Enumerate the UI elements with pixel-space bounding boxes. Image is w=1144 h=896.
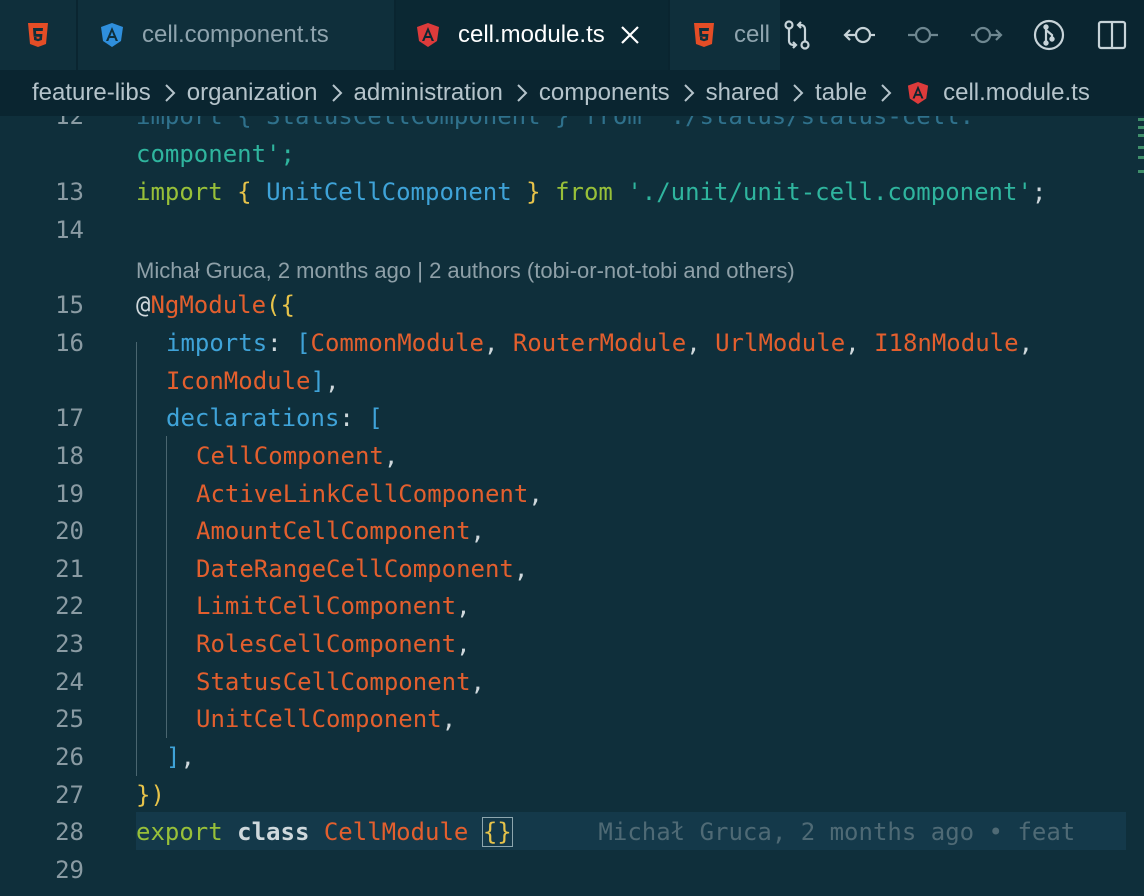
minimap[interactable]: [1136, 116, 1144, 186]
tab-label: cell: [734, 21, 771, 48]
go-back-icon[interactable]: [843, 18, 877, 52]
tab-label: cell.module.ts: [458, 21, 605, 48]
string: './unit/unit-cell.component': [627, 178, 1032, 206]
line-number: 28: [55, 818, 84, 846]
line-number: 12: [55, 116, 84, 130]
decorator-name: NgModule: [150, 291, 267, 319]
tab-cell-module-ts[interactable]: cell.module.ts: [396, 0, 668, 70]
tab-bar: cell.component.ts cell.module.ts cell: [0, 0, 1144, 70]
code-line: LimitCellComponent,: [196, 592, 471, 620]
keyword: from: [555, 178, 613, 206]
chevron-right-icon: [159, 82, 181, 104]
line-number: 22: [55, 592, 84, 620]
code-line: @NgModule({: [136, 291, 295, 319]
code-line: DateRangeCellComponent,: [196, 555, 529, 583]
code-line: import { StatusCellComponent } from './s…: [136, 116, 975, 130]
code-line: RolesCellComponent,: [196, 630, 471, 658]
line-number: 26: [55, 743, 84, 771]
identifier: UnitCellComponent: [266, 178, 512, 206]
line-number: 29: [55, 856, 84, 884]
code-line: ],: [166, 743, 195, 771]
code-line: declarations: [: [166, 404, 383, 432]
close-icon[interactable]: [619, 24, 641, 46]
keyword: import: [136, 178, 223, 206]
tab-html-file[interactable]: [0, 0, 76, 70]
line-number: 23: [55, 630, 84, 658]
chevron-right-icon: [326, 82, 348, 104]
split-editor-icon[interactable]: [1095, 18, 1129, 52]
breadcrumb-item[interactable]: feature-libs: [32, 79, 151, 107]
line-number: 24: [55, 668, 84, 696]
code-line: imports: [CommonModule, RouterModule, Ur…: [166, 329, 1034, 357]
line-number: 18: [55, 442, 84, 470]
line-number: 25: [55, 705, 84, 733]
line-number: 13: [55, 178, 84, 206]
line-number: 17: [55, 404, 84, 432]
chevron-right-icon: [678, 82, 700, 104]
angular-component-icon: [100, 22, 124, 48]
code-line: import { UnitCellComponent } from './uni…: [136, 178, 1047, 206]
breadcrumb-item[interactable]: administration: [354, 79, 503, 107]
keyword: export: [136, 818, 223, 846]
code-line: AmountCellComponent,: [196, 517, 485, 545]
code-editor[interactable]: 12 13 14 15 16 17 18 19 20 21 22 23 24 2…: [0, 116, 1144, 896]
code-line: StatusCellComponent,: [196, 668, 485, 696]
line-number: 21: [55, 555, 84, 583]
keyword: class: [237, 818, 310, 846]
html5-icon: [26, 22, 50, 48]
angular-icon: [416, 22, 440, 48]
code-lens-authors[interactable]: Michał Gruca, 2 months ago | 2 authors (…: [136, 258, 795, 284]
commit-icon[interactable]: [906, 18, 940, 52]
chevron-right-icon: [875, 82, 897, 104]
code-line: UnitCellComponent,: [196, 705, 457, 733]
inline-blame: Michał Gruca, 2 months ago • feat: [598, 818, 1076, 846]
code-line: component';: [136, 140, 295, 168]
line-number: 20: [55, 517, 84, 545]
class-name: CellModule: [323, 818, 469, 846]
code-line: }): [136, 781, 165, 809]
breadcrumb: feature-libs organization administration…: [0, 70, 1144, 116]
code-line: export class CellModule {} Michał Gruca,…: [136, 817, 1076, 847]
breadcrumb-item[interactable]: organization: [187, 79, 318, 107]
compare-changes-icon[interactable]: [780, 18, 814, 52]
line-number: 27: [55, 781, 84, 809]
chevron-right-icon: [511, 82, 533, 104]
code-line: IconModule],: [166, 367, 340, 395]
editor-actions: [780, 0, 1144, 70]
chevron-right-icon: [787, 82, 809, 104]
code-line: ActiveLinkCellComponent,: [196, 480, 543, 508]
tab-label: cell.component.ts: [142, 21, 329, 48]
line-number: 14: [55, 216, 84, 244]
breadcrumb-item[interactable]: cell.module.ts: [943, 79, 1090, 107]
git-graph-icon[interactable]: [1032, 18, 1066, 52]
indent-guide: [136, 342, 137, 776]
bracket-match: {}: [481, 817, 513, 847]
breadcrumb-item[interactable]: table: [815, 79, 867, 107]
breadcrumb-item[interactable]: components: [539, 79, 670, 107]
code-line: CellComponent,: [196, 442, 399, 470]
line-number: 16: [55, 329, 84, 357]
html5-icon: [692, 22, 716, 48]
breadcrumb-item[interactable]: shared: [706, 79, 779, 107]
line-number: 15: [55, 291, 84, 319]
line-number: 19: [55, 480, 84, 508]
go-forward-icon[interactable]: [969, 18, 1003, 52]
tab-cell-component-ts[interactable]: cell.component.ts: [78, 0, 394, 70]
angular-icon: [907, 81, 929, 105]
indent-guide: [166, 436, 167, 738]
tab-cell-html[interactable]: cell: [670, 0, 780, 70]
